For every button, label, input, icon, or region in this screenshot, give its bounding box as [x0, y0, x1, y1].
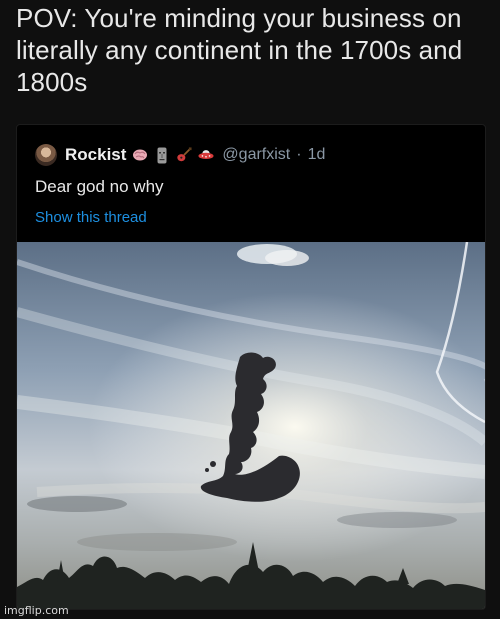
display-name[interactable]: Rockist	[65, 145, 126, 165]
guitar-emoji-icon	[176, 146, 192, 164]
flying-saucer-emoji-icon	[198, 146, 214, 164]
brain-emoji-icon	[132, 146, 148, 164]
tweet-text: Dear god no why	[35, 177, 164, 196]
user-handle[interactable]: @garfxist	[222, 146, 290, 164]
imgflip-watermark: imgflip.com	[4, 604, 69, 617]
tweet-card[interactable]: Rockist @garfxist · 1d Dear god no why S…	[16, 124, 486, 610]
tweet-timestamp[interactable]: 1d	[308, 146, 326, 164]
avatar[interactable]	[35, 144, 57, 166]
meme-caption: POV: You're minding your business on lit…	[16, 3, 463, 97]
separator-dot: ·	[296, 146, 302, 163]
cloud-photo[interactable]	[17, 241, 485, 609]
cloud-photo-image	[17, 241, 485, 609]
moai-emoji-icon	[154, 146, 170, 164]
tweet-header: Rockist @garfxist · 1d	[35, 143, 325, 167]
show-thread-link[interactable]: Show this thread	[35, 209, 147, 226]
